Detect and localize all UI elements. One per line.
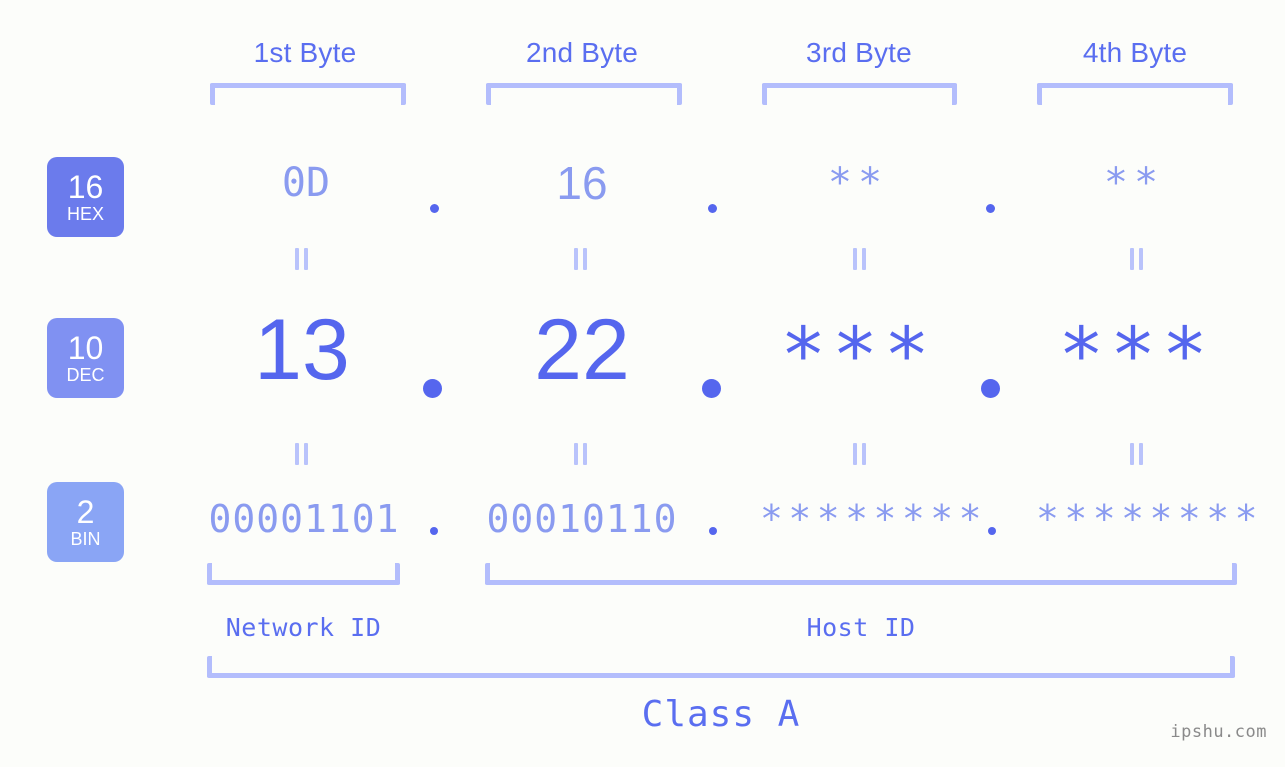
byte-bracket-4 (1037, 83, 1233, 105)
byte-bracket-2 (486, 83, 682, 105)
dec-separator-dot-1 (423, 379, 442, 398)
class-bracket (207, 656, 1235, 678)
equals-mark-hex-dec-4 (1128, 248, 1144, 270)
dec-separator-dot-3 (981, 379, 1000, 398)
hex-byte-2-value: 16 (556, 157, 608, 209)
bin-byte-2-value: 00010110 (486, 497, 678, 541)
byte-bracket-3 (762, 83, 957, 105)
byte-bracket-1 (210, 83, 406, 105)
bin-value-row: 00001101 00010110 ******** ******** (0, 495, 1285, 555)
bin-byte-3-value: ******** (760, 497, 988, 541)
equals-mark-hex-dec-3 (851, 248, 867, 270)
hex-separator-dot-2 (708, 204, 717, 213)
byte-header-3: 3rd Byte (806, 37, 912, 68)
equals-mark-hex-dec-2 (572, 248, 588, 270)
equals-mark-dec-bin-4 (1128, 443, 1144, 465)
dec-byte-3-value: *** (780, 310, 936, 399)
equals-mark-dec-bin-2 (572, 443, 588, 465)
dec-separator-dot-2 (702, 379, 721, 398)
byte-header-1: 1st Byte (253, 37, 357, 68)
dec-byte-4-value: *** (1058, 310, 1214, 399)
equals-mark-dec-bin-1 (293, 443, 309, 465)
bin-separator-dot-1 (430, 527, 438, 535)
dec-byte-1-value: 13 (254, 302, 350, 398)
hex-byte-3-value: ** (827, 160, 889, 206)
dec-byte-2-value: 22 (534, 302, 630, 398)
hex-separator-dot-1 (430, 204, 439, 213)
byte-header-4: 4th Byte (1082, 37, 1188, 68)
network-id-bracket (207, 563, 400, 585)
bin-separator-dot-2 (709, 527, 717, 535)
site-watermark: ipshu.com (1170, 722, 1267, 742)
hex-byte-1-value: 0D (281, 160, 331, 206)
hex-separator-dot-3 (986, 204, 995, 213)
ip-byte-breakdown-diagram: 1st Byte 2nd Byte 3rd Byte 4th Byte 16 H… (0, 0, 1285, 767)
bin-byte-1-value: 00001101 (208, 497, 400, 541)
byte-header-2: 2nd Byte (525, 37, 639, 68)
hex-value-row: 0D 16 ** ** (0, 155, 1285, 235)
dec-value-row: 13 22 *** *** (0, 300, 1285, 410)
bin-separator-dot-3 (988, 527, 996, 535)
class-label: Class A (641, 694, 801, 735)
bin-byte-4-value: ******** (1036, 497, 1264, 541)
network-id-label: Network ID (225, 613, 382, 642)
hex-byte-4-value: ** (1103, 160, 1165, 206)
host-id-bracket (485, 563, 1237, 585)
equals-mark-dec-bin-3 (851, 443, 867, 465)
equals-mark-hex-dec-1 (293, 248, 309, 270)
host-id-label: Host ID (806, 613, 916, 642)
